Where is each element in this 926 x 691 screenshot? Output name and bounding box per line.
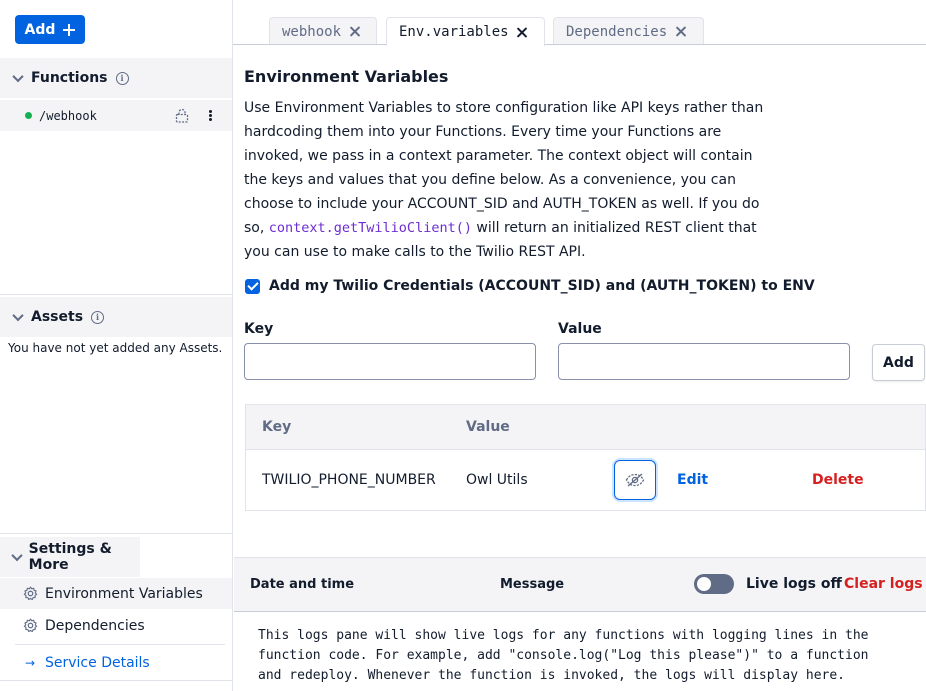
divider (0, 680, 232, 681)
variables-table: Key Value TWILIO_PHONE_NUMBER Owl Utils … (245, 404, 926, 511)
divider (0, 533, 232, 534)
live-logs-toggle[interactable] (694, 574, 734, 594)
tab-dependencies[interactable]: Dependencies (553, 17, 704, 45)
variable-key: TWILIO_PHONE_NUMBER (262, 472, 436, 488)
column-header-message: Message (500, 577, 565, 592)
gear-icon (23, 586, 38, 601)
key-input[interactable] (244, 343, 536, 380)
logs-body-text: This logs pane will show live logs for a… (258, 628, 877, 683)
variable-value: Owl Utils (466, 472, 528, 488)
tab-env-variables[interactable]: Env.variables (386, 17, 545, 46)
credentials-checkbox[interactable] (245, 278, 260, 294)
column-header-date: Date and time (250, 577, 355, 592)
settings-item-environment-variables[interactable]: Environment Variables (0, 578, 232, 609)
function-item-webhook[interactable]: /webhook (0, 100, 232, 131)
settings-item-dependencies[interactable]: Dependencies (0, 610, 232, 641)
env-variables-panel: Environment Variables Use Environment Va… (234, 45, 926, 557)
settings-item-label: Dependencies (45, 617, 145, 634)
toggle-visibility-button[interactable] (614, 460, 656, 500)
divider (0, 294, 232, 295)
assets-section-header[interactable]: Assets i (0, 297, 232, 337)
settings-item-label: Service Details (45, 654, 150, 671)
logs-pane: Date and time Message Live logs off Clea… (234, 557, 926, 691)
tab-label: webhook (282, 23, 342, 40)
live-logs-label: Live logs off (746, 576, 842, 592)
divider (15, 644, 225, 645)
functions-title: Functions (31, 70, 108, 86)
assets-empty-text: You have not yet added any Assets. (8, 341, 223, 355)
chevron-down-icon[interactable] (9, 69, 27, 87)
page-title: Environment Variables (244, 67, 449, 86)
function-name: /webhook (39, 108, 97, 123)
column-header-key: Key (262, 419, 292, 435)
lock-icon[interactable] (175, 108, 189, 123)
settings-section-header[interactable]: Settings & More (0, 537, 140, 577)
assets-title: Assets (31, 309, 84, 325)
more-options-icon[interactable] (206, 108, 214, 123)
settings-item-label: Environment Variables (45, 585, 203, 602)
delete-link[interactable]: Delete (812, 472, 864, 488)
tab-label: Dependencies (566, 23, 668, 40)
eye-slash-icon (625, 473, 645, 487)
env-description: Use Environment Variables to store confi… (244, 96, 779, 264)
clear-logs-button[interactable]: Clear logs (844, 576, 923, 592)
settings-title: Settings & More (28, 541, 112, 573)
desc-text: Use Environment Variables to store confi… (244, 100, 764, 236)
plus-icon (63, 23, 76, 36)
functions-section-header[interactable]: Functions i (0, 58, 232, 98)
edit-link[interactable]: Edit (677, 472, 708, 488)
close-icon[interactable] (517, 27, 528, 38)
info-icon[interactable]: i (91, 310, 105, 324)
tab-label: Env.variables (399, 24, 509, 40)
chevron-down-icon[interactable] (9, 548, 25, 566)
chevron-down-icon[interactable] (9, 308, 27, 326)
settings-item-service-details[interactable]: → Service Details (0, 647, 232, 678)
key-label: Key (244, 321, 274, 337)
add-button[interactable]: Add (15, 15, 85, 44)
logs-header: Date and time Message Live logs off Clea… (234, 558, 926, 612)
close-icon[interactable] (675, 26, 686, 37)
sidebar: Add Functions i /webhook Assets i You ha… (0, 0, 233, 691)
code-snippet: context.getTwilioClient() (268, 220, 472, 236)
add-variable-button[interactable]: Add (872, 344, 925, 381)
arrow-right-icon: → (25, 655, 36, 670)
gear-icon (23, 618, 38, 633)
value-input[interactable] (558, 343, 850, 380)
credentials-checkbox-row[interactable]: Add my Twilio Credentials (ACCOUNT_SID) … (245, 278, 815, 294)
info-icon[interactable]: i (115, 71, 129, 85)
value-label: Value (558, 321, 602, 337)
add-button-label: Add (24, 21, 56, 38)
column-header-value: Value (466, 419, 510, 435)
tab-webhook[interactable]: webhook (269, 17, 377, 45)
status-dot (25, 112, 32, 119)
credentials-label: Add my Twilio Credentials (ACCOUNT_SID) … (269, 278, 815, 294)
close-icon[interactable] (349, 26, 360, 37)
table-header: Key Value (246, 405, 925, 450)
